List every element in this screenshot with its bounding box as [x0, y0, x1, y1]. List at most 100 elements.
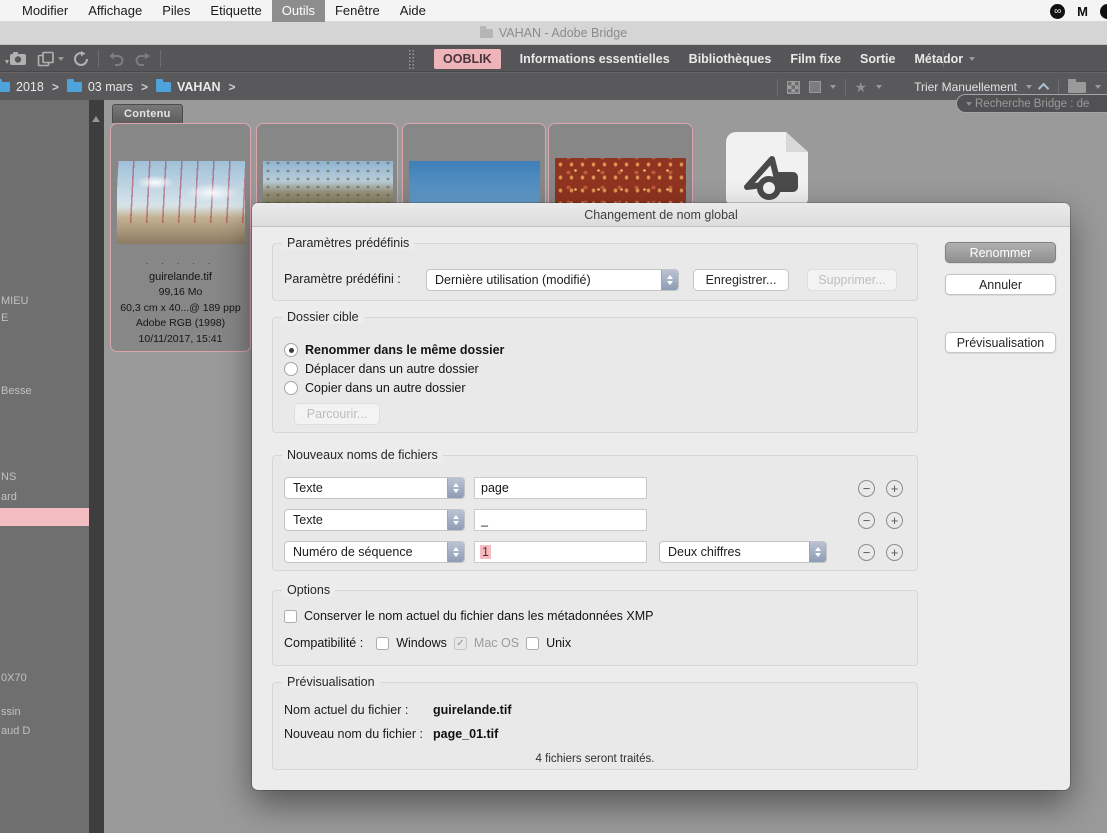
- search-scope-icon[interactable]: [966, 102, 972, 106]
- delete-preset-button: Supprimer...: [807, 269, 897, 291]
- unix-checkbox[interactable]: [526, 637, 539, 650]
- thumbnail-guirelande[interactable]: · · · · · guirelande.tif 99,16 Mo 60,3 c…: [110, 123, 251, 352]
- radio-copy-other-folder[interactable]: Copier dans un autre dossier: [284, 380, 466, 396]
- preview-options-dropdown-icon[interactable]: [830, 85, 836, 89]
- sidebar-item[interactable]: aud D: [1, 725, 30, 737]
- radio-label: Renommer dans le même dossier: [305, 343, 504, 357]
- dialog-title-bar[interactable]: Changement de nom global: [252, 203, 1070, 227]
- sidebar-item[interactable]: E: [1, 312, 8, 324]
- remove-row-button-1[interactable]: −: [858, 480, 875, 497]
- sidebar-item[interactable]: Besse: [1, 385, 32, 397]
- menu-affichage[interactable]: Affichage: [78, 0, 152, 22]
- sidebar-item[interactable]: NS: [1, 471, 16, 483]
- digits-format-dropdown[interactable]: Deux chiffres: [659, 541, 827, 563]
- radio-rename-same-folder[interactable]: Renommer dans le même dossier: [284, 342, 504, 358]
- sort-ascending-icon[interactable]: [1038, 83, 1049, 94]
- panel-divider[interactable]: [89, 100, 104, 833]
- thumbnail-item-file-icon[interactable]: [722, 130, 812, 210]
- clipped-status-icon[interactable]: [1100, 4, 1107, 19]
- preview-section: Prévisualisation Nom actuel du fichier :…: [272, 682, 918, 770]
- element-type-dropdown-1[interactable]: Texte: [284, 477, 465, 499]
- workspace-tab-ooblik[interactable]: OOBLIK: [434, 49, 501, 69]
- content-tab[interactable]: Contenu: [112, 104, 183, 123]
- sidebar-item[interactable]: 0X70: [1, 672, 27, 684]
- folders-panel: MIEU E Besse NS ard 0X70 ssin aud D: [0, 100, 89, 833]
- workspace-tab-libraries[interactable]: Bibliothèques: [689, 52, 772, 66]
- sidebar-item[interactable]: MIEU: [1, 295, 29, 307]
- open-folder-icon[interactable]: [1068, 82, 1086, 93]
- menu-etiquette[interactable]: Etiquette: [200, 0, 271, 22]
- toolbar-separator: [943, 50, 944, 67]
- preserve-name-checkbox[interactable]: [284, 610, 297, 623]
- remove-row-button-2[interactable]: −: [858, 512, 875, 529]
- preview-button[interactable]: Prévisualisation: [945, 332, 1056, 353]
- batch-rename-dialog: Changement de nom global Paramètres préd…: [252, 203, 1070, 790]
- menu-outils[interactable]: Outils: [272, 0, 325, 22]
- remove-row-button-3[interactable]: −: [858, 544, 875, 561]
- menu-piles[interactable]: Piles: [152, 0, 200, 22]
- add-row-button-1[interactable]: +: [886, 480, 903, 497]
- import-photos-icon[interactable]: [4, 50, 28, 67]
- sidebar-item[interactable]: ssin: [1, 706, 21, 718]
- element-type-dropdown-3[interactable]: Numéro de séquence: [284, 541, 465, 563]
- file-dimensions: 60,3 cm x 40...@ 189 ppp: [111, 301, 250, 317]
- sort-dropdown-icon[interactable]: [1026, 85, 1032, 89]
- rename-button[interactable]: Renommer: [945, 242, 1056, 263]
- add-row-button-3[interactable]: +: [886, 544, 903, 561]
- menu-fenetre[interactable]: Fenêtre: [325, 0, 390, 22]
- sidebar-item[interactable]: ard: [1, 491, 17, 503]
- breadcrumb-2018[interactable]: 2018: [0, 80, 44, 94]
- breadcrumb-vahan[interactable]: VAHAN: [156, 80, 221, 94]
- radio-selected-icon[interactable]: [284, 343, 298, 357]
- radio-move-other-folder[interactable]: Déplacer dans un autre dossier: [284, 361, 479, 377]
- windows-checkbox[interactable]: [376, 637, 389, 650]
- collapse-panel-icon[interactable]: [92, 116, 100, 122]
- workspace-tab-output[interactable]: Sortie: [860, 52, 895, 66]
- breadcrumb-label: VAHAN: [177, 80, 221, 94]
- workspace-tab-essentials[interactable]: Informations essentielles: [520, 52, 670, 66]
- cancel-button[interactable]: Annuler: [945, 274, 1056, 295]
- preset-dropdown[interactable]: Dernière utilisation (modifié): [426, 269, 679, 291]
- menu-aide[interactable]: Aide: [390, 0, 436, 22]
- folder-icon: [156, 82, 171, 92]
- breadcrumb-separator: >: [229, 80, 236, 94]
- open-folder-dropdown-icon[interactable]: [1095, 85, 1101, 89]
- breadcrumb-03-mars[interactable]: 03 mars: [67, 80, 133, 94]
- thumbnail-quality-icon[interactable]: [787, 81, 800, 94]
- thumbnail-photo-garland: [117, 161, 245, 244]
- workspace-drag-handle[interactable]: [408, 49, 415, 69]
- workspace-tab-filmstrip[interactable]: Film fixe: [790, 52, 841, 66]
- refresh-icon[interactable]: [73, 51, 89, 67]
- stepper-icon: [661, 270, 678, 290]
- element-type-dropdown-2[interactable]: Texte: [284, 509, 465, 531]
- window-title-bar[interactable]: VAHAN - Adobe Bridge: [0, 22, 1107, 45]
- preview-options-icon[interactable]: [809, 81, 821, 93]
- text-value-input-2[interactable]: [474, 509, 647, 531]
- destination-section-title: Dossier cible: [282, 310, 364, 324]
- copy-pages-icon[interactable]: [37, 51, 55, 67]
- rating-filter-icon[interactable]: ★: [855, 80, 868, 94]
- pathbar-separator: [1058, 79, 1059, 96]
- menu-modifier[interactable]: Modifier: [12, 0, 78, 22]
- text-value-input-1[interactable]: [474, 477, 647, 499]
- radio-icon[interactable]: [284, 362, 298, 376]
- search-field[interactable]: [956, 94, 1107, 113]
- m-status-icon[interactable]: M: [1077, 4, 1088, 19]
- sort-order-label[interactable]: Trier Manuellement: [914, 80, 1017, 94]
- radio-icon[interactable]: [284, 381, 298, 395]
- preserve-name-option[interactable]: Conserver le nom actuel du fichier dans …: [284, 609, 654, 623]
- add-row-button-2[interactable]: +: [886, 512, 903, 529]
- workspace-tab-metadata[interactable]: Métador: [914, 52, 975, 66]
- new-name-value: page_01.tif: [433, 727, 498, 741]
- search-input[interactable]: [975, 98, 1107, 110]
- save-preset-button[interactable]: Enregistrer...: [693, 269, 789, 291]
- copy-dropdown-icon[interactable]: [58, 57, 64, 61]
- toolbar-separator: [160, 50, 161, 67]
- creative-cloud-icon[interactable]: ∞: [1050, 4, 1065, 19]
- breadcrumb-label: 2018: [16, 80, 44, 94]
- new-name-label: Nouveau nom du fichier :: [284, 727, 423, 741]
- rating-filter-dropdown-icon[interactable]: [876, 85, 882, 89]
- sequence-start-input[interactable]: 1: [474, 541, 647, 563]
- sidebar-item-selected[interactable]: [0, 508, 89, 526]
- preserve-name-label: Conserver le nom actuel du fichier dans …: [304, 609, 654, 623]
